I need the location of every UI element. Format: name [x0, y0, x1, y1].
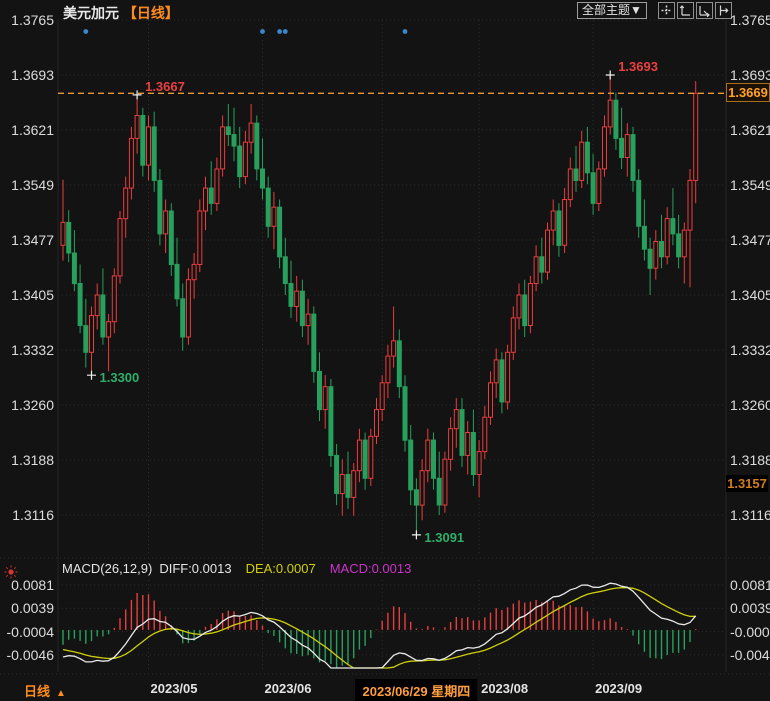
- theme-button-label: 全部主题: [582, 3, 630, 17]
- x-axis-zoom-icon[interactable]: [696, 2, 713, 19]
- chevron-down-icon: ▼: [630, 3, 642, 17]
- macd-axis-label-right: -0.0004: [730, 624, 770, 640]
- price-axis-label-left: 1.3621: [2, 122, 54, 138]
- symbol-title: 美元加元 【日线】: [63, 3, 179, 23]
- trading-chart-window: 美元加元 【日线】 全部主题▼ 1.3765 1.3765 1.3693 1.3693…: [0, 0, 770, 701]
- macd-axis-label-right: 0.0039: [730, 600, 770, 616]
- price-axis-label-left: 1.3549: [2, 177, 54, 193]
- price-axis-label-right: 1.3332: [730, 342, 770, 358]
- marker-price-box: 1.3157: [726, 475, 768, 492]
- date-axis-label: 2023/05: [151, 681, 198, 696]
- macd-layer: [63, 583, 696, 668]
- macd-diff-value: DIFF:0.0013: [159, 561, 231, 576]
- macd-axis-label-left: -0.0004: [2, 624, 54, 640]
- triangle-up-icon: ▲: [56, 688, 66, 699]
- price-axis-label-right: 1.3260: [730, 397, 770, 413]
- period-selector[interactable]: 日线 ▲: [24, 681, 66, 700]
- period-label: 日线: [24, 684, 50, 699]
- price-annotation-low: 1.3091: [424, 530, 464, 545]
- markers-layer: [83, 29, 614, 539]
- current-price-box: 1.3669: [726, 83, 770, 102]
- price-axis-label-right: 1.3116: [730, 507, 770, 523]
- candles-layer: [58, 75, 726, 535]
- macd-axis-label-right: 0.0081: [730, 577, 770, 593]
- macd-axis-label-right: -0.0046: [730, 647, 770, 663]
- theme-select-button[interactable]: 全部主题▼: [577, 2, 647, 19]
- macd-dea-value: DEA:0.0007: [246, 561, 316, 576]
- price-axis-label-left: 1.3260: [2, 397, 54, 413]
- date-axis-label: 2023/06: [265, 681, 312, 696]
- crosshair-move-icon[interactable]: [658, 2, 675, 19]
- macd-axis-label-left: -0.0046: [2, 647, 54, 663]
- price-annotation-high: 1.3667: [145, 79, 185, 94]
- macd-indicator-header: MACD(26,12,9) DIFF:0.0013 DEA:0.0007 MACD:0…: [62, 561, 411, 576]
- price-axis-label-right: 1.3188: [730, 452, 770, 468]
- date-axis-label: 2023/08: [481, 681, 528, 696]
- symbol-name: 美元加元: [63, 5, 119, 21]
- date-axis-label: 2023/09: [595, 681, 642, 696]
- price-axis-label-right: 1.3549: [730, 177, 770, 193]
- price-axis-label-left: 1.3188: [2, 452, 54, 468]
- price-axis-label-right: 1.3693: [730, 67, 770, 83]
- price-axis-label-right: 1.3405: [730, 287, 770, 303]
- macd-bar-value: MACD:0.0013: [330, 561, 412, 576]
- price-axis-label-left: 1.3477: [2, 232, 54, 248]
- price-annotation-high: 1.3693: [618, 59, 658, 74]
- price-axis-label-left: 1.3765: [2, 12, 54, 28]
- price-axis-label-right: 1.3477: [730, 232, 770, 248]
- y-axis-zoom-icon[interactable]: [677, 2, 694, 19]
- chart-canvas[interactable]: [0, 0, 770, 701]
- selected-date-badge: 2023/06/29 星期四: [356, 679, 478, 701]
- price-axis-label-left: 1.3405: [2, 287, 54, 303]
- price-axis-label-left: 1.3116: [2, 507, 54, 523]
- price-axis-label-left: 1.3693: [2, 67, 54, 83]
- price-annotation-low: 1.3300: [100, 370, 140, 385]
- macd-params-label: MACD(26,12,9): [62, 561, 152, 576]
- live-indicator-icon: [3, 564, 19, 585]
- price-axis-label-right: 1.3621: [730, 122, 770, 138]
- macd-axis-label-left: 0.0039: [2, 600, 54, 616]
- price-axis-label-right: 1.3765: [730, 12, 770, 28]
- price-axis-label-left: 1.3332: [2, 342, 54, 358]
- period-bracket-label: 【日线】: [123, 5, 179, 21]
